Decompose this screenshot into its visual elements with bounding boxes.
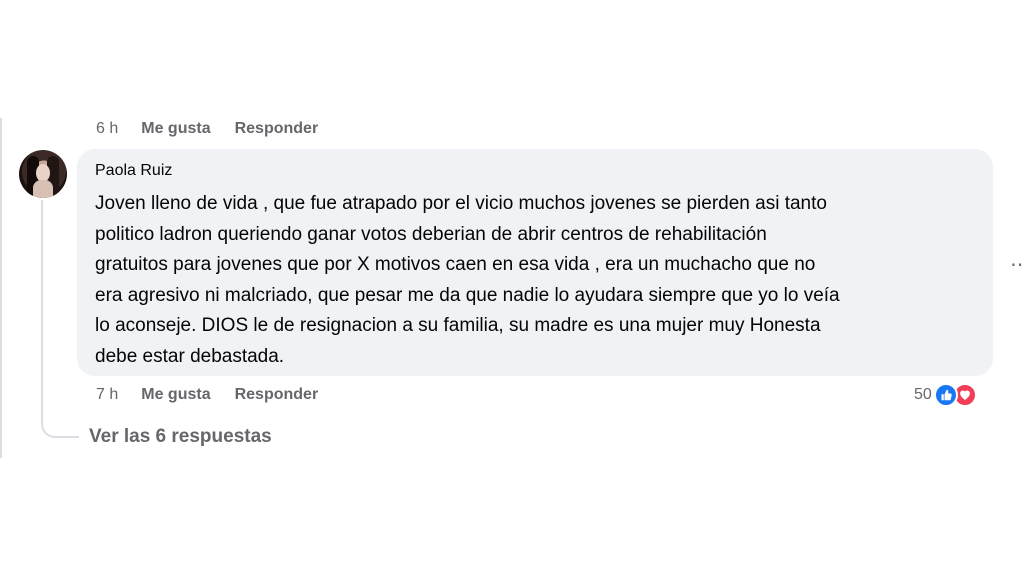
comment-thread: 6 h Me gusta Responder Paola Ruiz Joven … [0,0,1024,576]
view-replies-link[interactable]: Ver las 6 respuestas [89,426,272,448]
more-options-icon[interactable]: ⋯ [1010,252,1024,277]
comment-actions: 7 h Me gusta Responder [96,385,318,405]
comment-text: Joven lleno de vida , que fue atrapado p… [95,193,840,367]
comment-bubble: Paola Ruiz Joven lleno de vida , que fue… [77,149,993,376]
previous-comment-actions: 6 h Me gusta Responder [96,119,318,139]
comment-timestamp[interactable]: 6 h [96,119,118,139]
comment-author[interactable]: Paola Ruiz [95,161,975,181]
like-button[interactable]: Me gusta [141,385,210,405]
like-button[interactable]: Me gusta [141,119,210,139]
reply-thread-curve [41,412,79,438]
thread-divider-line [0,118,2,458]
comment-timestamp[interactable]: 7 h [96,385,118,405]
reply-button[interactable]: Responder [235,119,319,139]
avatar[interactable] [19,150,67,198]
reply-thread-line [41,200,43,425]
like-icon [933,383,958,407]
reaction-count: 50 [914,386,932,403]
reactions-summary[interactable]: 50 [914,383,977,407]
reply-button[interactable]: Responder [235,385,319,405]
